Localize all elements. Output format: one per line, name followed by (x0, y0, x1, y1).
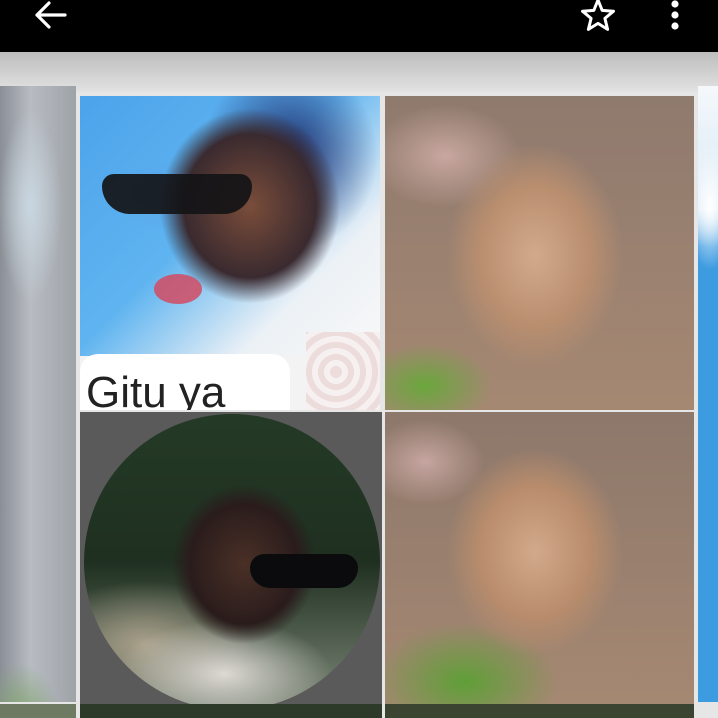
arrow-left-icon (35, 1, 67, 29)
photo-tile[interactable] (80, 412, 382, 704)
decorative-pattern (306, 332, 380, 410)
sunglasses-shape (102, 174, 252, 214)
toolbar-shadow (0, 52, 718, 92)
photo-tile[interactable]: Gitu ya (80, 96, 380, 410)
photo-caption-text: Gitu ya (86, 368, 226, 410)
favorite-button[interactable] (570, 0, 626, 31)
profile-photo (84, 414, 380, 704)
photo-caption-box: Gitu ya (80, 354, 290, 410)
photo-row-partial-bottom[interactable] (0, 704, 718, 718)
lips-shape (154, 274, 202, 304)
sunglasses-shape (250, 554, 358, 588)
photo-image (80, 96, 380, 356)
top-app-bar (0, 0, 718, 52)
photo-tile[interactable] (385, 412, 694, 704)
photo-tile-partial-right[interactable] (698, 86, 718, 702)
back-button[interactable] (22, 0, 78, 30)
photo-tile-partial-left[interactable] (0, 86, 76, 702)
star-outline-icon (581, 0, 615, 31)
photo-tile[interactable] (385, 96, 694, 410)
overflow-menu-button[interactable] (650, 0, 700, 30)
more-vert-icon (671, 0, 679, 30)
